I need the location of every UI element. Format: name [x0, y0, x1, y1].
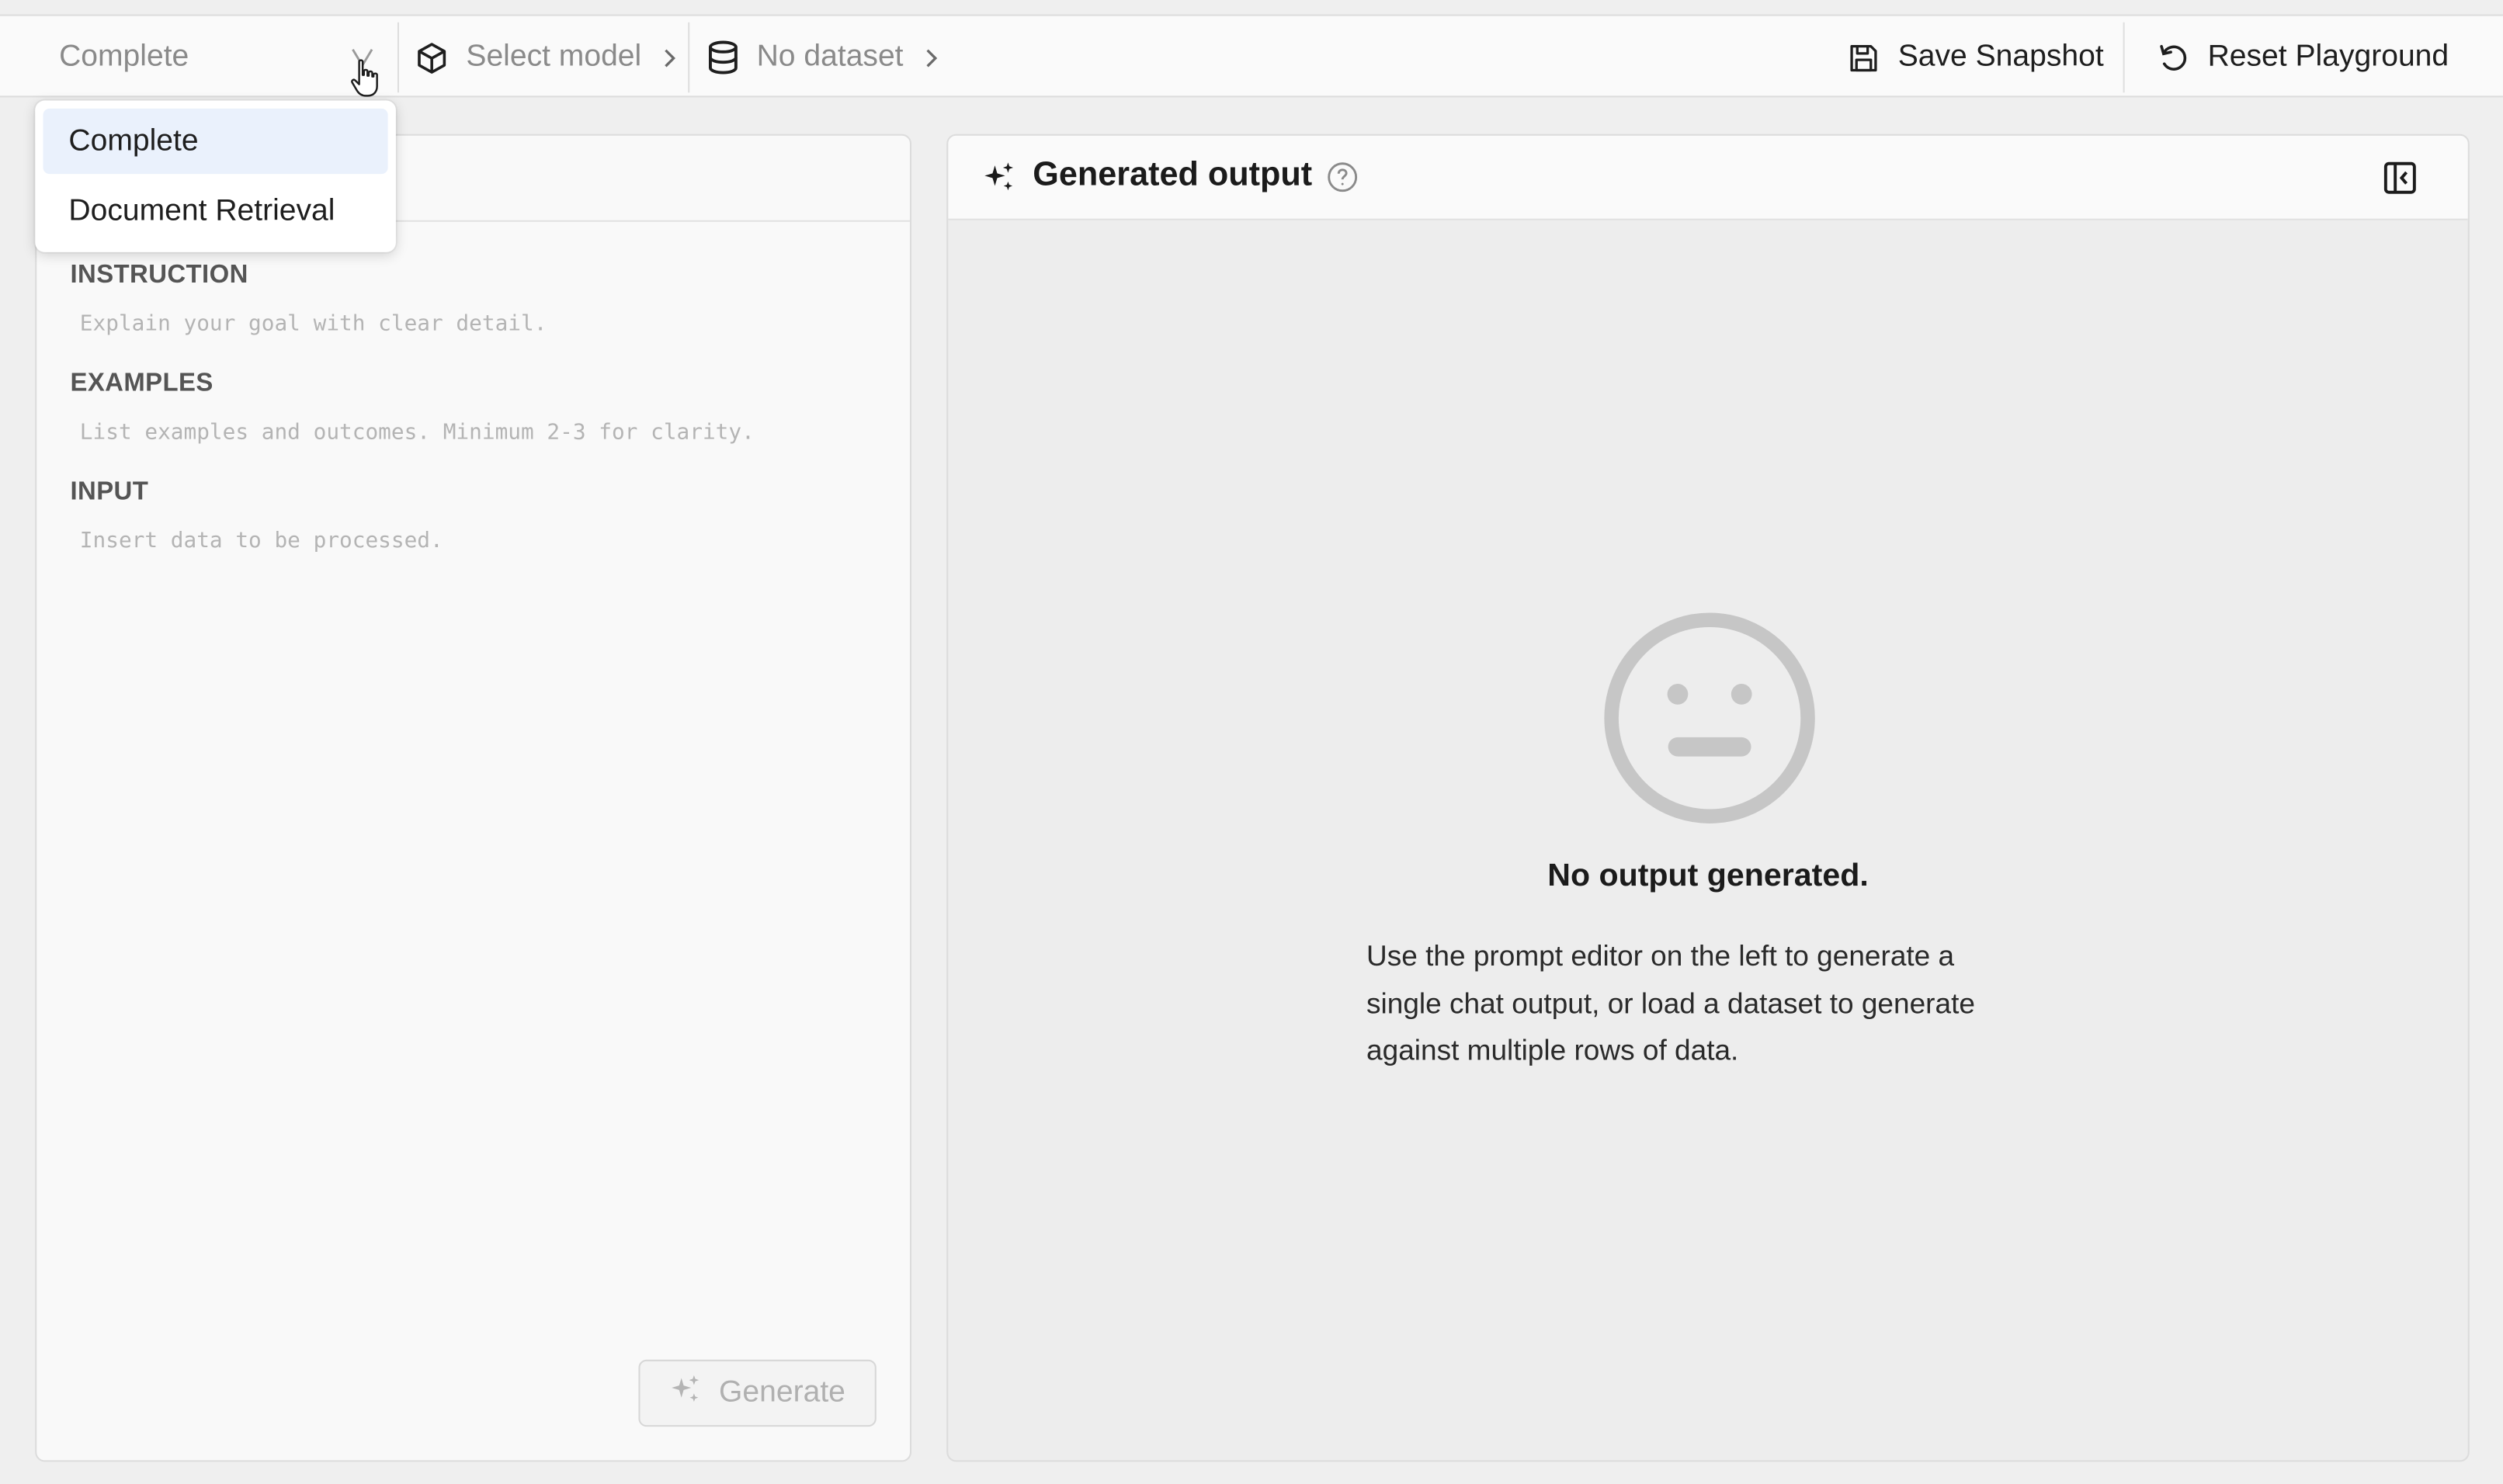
output-header: Generated output [948, 135, 2468, 220]
mode-option-document-retrieval[interactable]: Document Retrieval [43, 179, 388, 244]
input-label: INPUT [70, 478, 149, 506]
help-circle-icon[interactable] [1327, 161, 1359, 201]
hand-cursor-icon [349, 57, 381, 107]
toolbar-divider [688, 22, 690, 93]
mode-option-complete[interactable]: Complete [43, 108, 388, 175]
model-select-label: Select model [466, 40, 642, 74]
sparkles-icon [669, 1371, 703, 1415]
save-snapshot-button[interactable]: Save Snapshot [1849, 16, 2104, 99]
generate-button[interactable]: Generate [638, 1359, 877, 1427]
reset-playground-button[interactable]: Reset Playground [2157, 16, 2449, 99]
reset-playground-label: Reset Playground [2207, 40, 2449, 74]
examples-label: EXAMPLES [70, 370, 214, 397]
toolbar-divider [2123, 22, 2125, 93]
save-icon [1849, 42, 1879, 72]
database-icon [707, 40, 739, 75]
chevron-right-icon [662, 47, 677, 68]
empty-state-title: No output generated. [1547, 858, 1869, 894]
neutral-face-icon [1602, 611, 1817, 833]
output-panel: Generated output No output generated. Us… [946, 133, 2470, 1462]
empty-state-description: Use the prompt editor on the left to gen… [1366, 940, 1975, 1066]
prompt-editor-panel: INSTRUCTION Explain your goal with clear… [35, 133, 912, 1462]
mode-select[interactable]: Complete [59, 16, 378, 99]
sparkles-icon [982, 160, 1017, 203]
chevron-right-icon [924, 47, 939, 68]
dataset-select-label: No dataset [756, 40, 904, 74]
playground-app: Complete Select model No dataset Save Sn… [0, 0, 2503, 1484]
instruction-input[interactable]: Explain your goal with clear detail. [80, 311, 547, 337]
mode-select-value: Complete [59, 40, 189, 74]
panel-toggle-icon[interactable] [2383, 161, 2417, 203]
output-title: Generated output [1033, 156, 1313, 193]
instruction-label: INSTRUCTION [70, 262, 248, 290]
input-input[interactable]: Insert data to be processed. [80, 529, 443, 554]
dataset-select[interactable]: No dataset [707, 16, 939, 99]
mode-dropdown-menu: Complete Document Retrieval [35, 100, 396, 252]
toolbar-divider [397, 22, 400, 93]
generate-button-label: Generate [719, 1375, 845, 1409]
examples-input[interactable]: List examples and outcomes. Minimum 2-3 … [80, 420, 755, 446]
save-snapshot-label: Save Snapshot [1897, 40, 2104, 74]
reset-icon [2157, 40, 2190, 74]
cube-icon [415, 40, 449, 74]
model-select[interactable]: Select model [415, 16, 677, 99]
